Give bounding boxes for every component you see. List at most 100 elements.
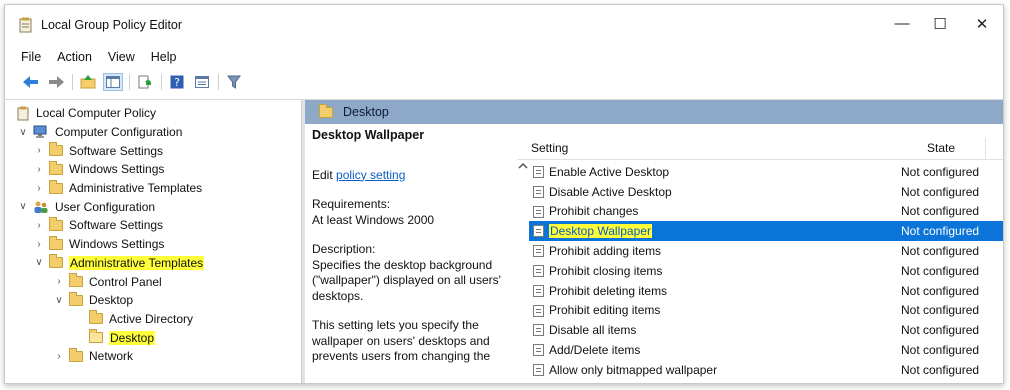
setting-row[interactable]: Disable all items Not configured [529, 320, 1003, 340]
policy-setting-icon [533, 304, 544, 317]
tree-label: Windows Settings [69, 237, 165, 252]
chevron-down-icon[interactable]: ∨ [33, 257, 45, 268]
tree-item-uc-windows-settings[interactable]: › Windows Settings [17, 235, 300, 254]
export-list-icon[interactable] [135, 73, 155, 91]
chevron-right-icon[interactable]: › [33, 220, 45, 231]
setting-description: Desktop Wallpaper Edit policy setting Re… [312, 128, 504, 379]
close-button[interactable]: ✕ [967, 15, 997, 33]
setting-state: Not configured [901, 224, 980, 239]
setting-state: Not configured [901, 244, 980, 259]
setting-row[interactable]: Add/Delete items Not configured [529, 340, 1003, 360]
tree-item-computer-configuration[interactable]: ∨ Computer Configuration [17, 123, 300, 142]
menu-help[interactable]: Help [151, 50, 177, 64]
chevron-right-icon[interactable]: › [53, 351, 65, 362]
tree-item-cc-administrative-templates[interactable]: › Administrative Templates [17, 179, 300, 198]
setting-state: Not configured [901, 184, 980, 199]
column-header-state[interactable]: State [927, 141, 955, 155]
scroll-up-button[interactable] [517, 160, 529, 180]
forward-arrow-icon[interactable] [46, 73, 66, 91]
policy-setting-icon [533, 225, 544, 238]
properties-icon[interactable] [192, 73, 212, 91]
chevron-right-icon[interactable]: › [33, 164, 45, 175]
setting-row-selected[interactable]: Desktop Wallpaper Not configured [529, 221, 1003, 242]
chevron-right-icon[interactable]: › [53, 276, 65, 287]
tree-item-desktop[interactable]: ∨ Desktop [17, 291, 300, 310]
description-more: This setting lets you specify the wallpa… [312, 318, 491, 363]
tree-label: Administrative Templates [69, 255, 205, 270]
edit-line: Edit policy setting [312, 168, 504, 184]
policy-setting-icon [533, 284, 544, 297]
column-header-setting[interactable]: Setting [531, 141, 568, 155]
svg-text:?: ? [174, 76, 180, 89]
chevron-right-icon[interactable]: › [33, 239, 45, 250]
back-arrow-icon[interactable] [21, 73, 41, 91]
tree-label: Network [89, 349, 134, 364]
chevron-down-icon[interactable]: ∨ [17, 201, 29, 212]
menu-file[interactable]: File [21, 50, 41, 64]
tree-label: Computer Configuration [55, 125, 183, 140]
setting-name: Prohibit deleting items [549, 283, 668, 298]
show-hide-tree-icon[interactable] [103, 73, 123, 91]
chevron-right-icon[interactable]: › [33, 145, 45, 156]
filter-icon[interactable] [224, 73, 244, 91]
requirements-value: At least Windows 2000 [312, 212, 435, 227]
folder-icon [69, 347, 83, 362]
policy-setting-icon [533, 185, 544, 198]
folder-icon [69, 273, 83, 288]
setting-name: Prohibit changes [549, 204, 639, 219]
setting-row[interactable]: Prohibit closing items Not configured [529, 261, 1003, 281]
policy-setting-icon [533, 245, 544, 258]
menu-action[interactable]: Action [57, 50, 92, 64]
setting-row[interactable]: Prohibit changes Not configured [529, 202, 1003, 222]
setting-state: Not configured [901, 303, 980, 318]
tree-item-control-panel[interactable]: › Control Panel [17, 272, 300, 291]
tree-item-cc-windows-settings[interactable]: › Windows Settings [17, 160, 300, 179]
menu-view[interactable]: View [108, 50, 135, 64]
tree-item-desktop-selected[interactable]: Desktop [17, 328, 300, 347]
chevron-down-icon[interactable]: ∨ [17, 127, 29, 138]
setting-row[interactable]: Allow only bitmapped wallpaper Not config… [529, 360, 1003, 380]
policy-setting-icon [533, 205, 544, 218]
setting-name: Prohibit adding items [549, 244, 662, 259]
details-pane: Desktop Desktop Wallpaper Edit policy se… [305, 100, 1003, 383]
tree-item-uc-software-settings[interactable]: › Software Settings [17, 216, 300, 235]
description-text: Specifies the desktop background ("wallp… [312, 257, 501, 303]
tree-item-active-directory[interactable]: Active Directory [17, 310, 300, 329]
tree-label: Software Settings [69, 143, 164, 158]
settings-rows: Enable Active Desktop Not configured Disa… [529, 162, 1003, 380]
policy-setting-link[interactable]: policy setting [336, 168, 405, 182]
tree-item-cc-software-settings[interactable]: › Software Settings [17, 141, 300, 160]
chevron-right-icon[interactable]: › [33, 183, 45, 194]
setting-name: Disable all items [549, 323, 637, 338]
tree-item-uc-administrative-templates[interactable]: ∨ Administrative Templates [17, 254, 300, 273]
setting-row[interactable]: Disable Active Desktop Not configured [529, 182, 1003, 202]
help-icon[interactable]: ? [167, 73, 187, 91]
main-content: Local Computer Policy ∨ Computer Configu… [5, 99, 1003, 383]
maximize-button[interactable]: ☐ [925, 15, 955, 33]
policy-document-icon [17, 106, 30, 121]
chevron-down-icon[interactable]: ∨ [53, 295, 65, 306]
setting-row[interactable]: Prohibit deleting items Not configured [529, 281, 1003, 301]
setting-row[interactable]: Prohibit adding items Not configured [529, 241, 1003, 261]
setting-row[interactable]: Enable Active Desktop Not configured [529, 162, 1003, 182]
tree-item-network[interactable]: › Network [17, 347, 300, 366]
minimize-button[interactable]: — [887, 15, 917, 32]
app-icon [19, 17, 33, 33]
path-bar: Desktop [305, 100, 1003, 124]
tree-item-local-computer-policy[interactable]: Local Computer Policy [17, 104, 300, 123]
computer-icon [33, 125, 49, 139]
title-bar: Local Group Policy Editor [5, 5, 1003, 45]
tree-label: Local Computer Policy [36, 106, 157, 121]
toolbar: ? [5, 69, 1003, 95]
policy-setting-icon [533, 363, 544, 376]
tree-item-user-configuration[interactable]: ∨ User Configuration [17, 197, 300, 216]
window-title: Local Group Policy Editor [41, 18, 183, 32]
setting-name: Desktop Wallpaper [549, 224, 652, 239]
toolbar-separator [218, 74, 219, 90]
setting-row[interactable]: Prohibit editing items Not configured [529, 301, 1003, 321]
up-folder-icon[interactable] [78, 73, 98, 91]
folder-icon [319, 103, 333, 118]
setting-state: Not configured [901, 164, 980, 179]
requirements: Requirements: At least Windows 2000 [312, 197, 504, 228]
tree-label: Control Panel [89, 274, 162, 289]
